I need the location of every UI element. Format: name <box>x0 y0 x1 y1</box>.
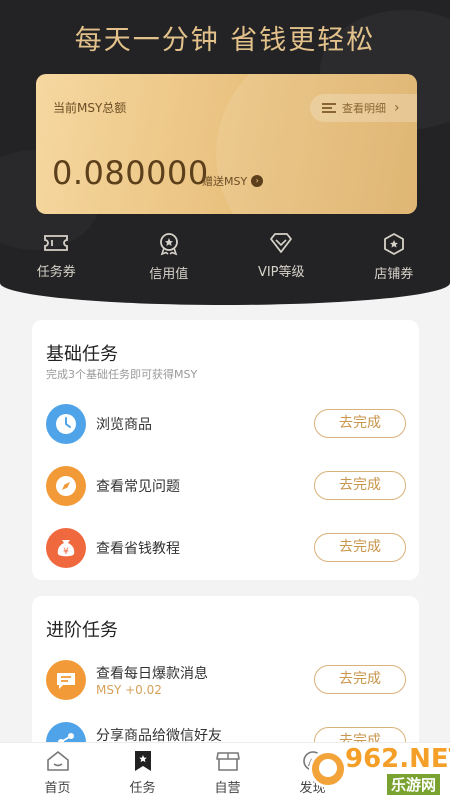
clock-icon <box>46 404 86 444</box>
home-icon <box>46 751 69 771</box>
tab-home[interactable]: 首页 <box>15 743 100 800</box>
header: 每天一分钟 省钱更轻松 当前MSY总额 查看明细 › 0.080000 赠送MS… <box>0 0 450 305</box>
view-details-label: 查看明细 <box>342 102 386 115</box>
task-row: 查看每日爆款消息 MSY +0.02 去完成 <box>46 660 406 700</box>
task-name: 查看常见问题 <box>96 479 180 495</box>
watermark-ball-icon <box>309 750 347 788</box>
task-reward: MSY +0.02 <box>96 683 162 697</box>
task-complete-button[interactable]: 去完成 <box>314 533 406 562</box>
basic-tasks-panel: 基础任务 完成3个基础任务即可获得MSY 浏览商品 去完成 查看常见问题 去完成… <box>32 320 419 580</box>
chevron-right-icon: › <box>251 175 264 187</box>
task-name: 查看省钱教程 <box>96 541 180 557</box>
task-complete-button[interactable]: 去完成 <box>314 471 406 500</box>
balance-value: 0.080000 <box>52 154 209 192</box>
section-subtitle: 完成3个基础任务即可获得MSY <box>46 368 198 381</box>
quick-link-shop-coupon[interactable]: 店铺券 <box>338 232 450 282</box>
balance-card: 当前MSY总额 查看明细 › 0.080000 赠送MSY › <box>36 74 417 214</box>
message-icon <box>46 660 86 700</box>
watermark-logo: 962.NET 乐游网 <box>305 744 450 795</box>
list-icon <box>322 103 336 113</box>
quick-links: 任务券 信用值 VIP等级 店铺券 <box>0 232 450 282</box>
task-row: ¥ 查看省钱教程 去完成 <box>46 528 406 568</box>
task-name: 查看每日爆款消息 <box>96 666 208 682</box>
task-name: 浏览商品 <box>96 417 152 433</box>
slogan: 每天一分钟 省钱更轻松 <box>74 25 376 56</box>
money-bag-icon: ¥ <box>46 528 86 568</box>
tab-label: 首页 <box>44 781 71 796</box>
compass-icon <box>46 466 86 506</box>
medal-icon <box>159 233 178 256</box>
tab-label: 任务 <box>129 781 156 796</box>
tab-self-operated[interactable]: 自营 <box>185 743 270 800</box>
task-row: 查看常见问题 去完成 <box>46 466 406 506</box>
section-title: 基础任务 <box>46 344 118 365</box>
quick-link-credit[interactable]: 信用值 <box>113 232 226 282</box>
tab-tasks[interactable]: 任务 <box>100 743 185 800</box>
quick-link-vip[interactable]: VIP等级 <box>225 232 338 282</box>
tab-label: 自营 <box>214 781 241 796</box>
quick-link-label: 店铺券 <box>374 267 414 282</box>
task-complete-button[interactable]: 去完成 <box>314 665 406 694</box>
chevron-right-icon: › <box>394 100 400 116</box>
balance-title: 当前MSY总额 <box>53 101 127 115</box>
gift-msy-label: 赠送MSY <box>202 175 248 188</box>
watermark-site: 乐游网 <box>387 774 441 795</box>
quick-link-label: 任务券 <box>36 265 76 280</box>
quick-link-task-coupon[interactable]: 任务券 <box>0 232 113 282</box>
store-icon <box>215 752 240 771</box>
task-icon <box>134 751 151 771</box>
gift-msy-link[interactable]: 赠送MSY › <box>202 173 264 189</box>
section-title: 进阶任务 <box>46 620 118 641</box>
diamond-icon <box>270 233 293 253</box>
task-row: 浏览商品 去完成 <box>46 404 406 444</box>
ticket-icon <box>44 235 69 251</box>
view-details-button[interactable]: 查看明细 › <box>310 94 417 122</box>
shop-badge-icon <box>383 233 404 255</box>
quick-link-label: 信用值 <box>149 267 189 282</box>
quick-link-label: VIP等级 <box>257 265 305 280</box>
task-complete-button[interactable]: 去完成 <box>314 409 406 438</box>
watermark-brand: 962.NET <box>345 744 450 774</box>
svg-text:¥: ¥ <box>63 547 69 557</box>
